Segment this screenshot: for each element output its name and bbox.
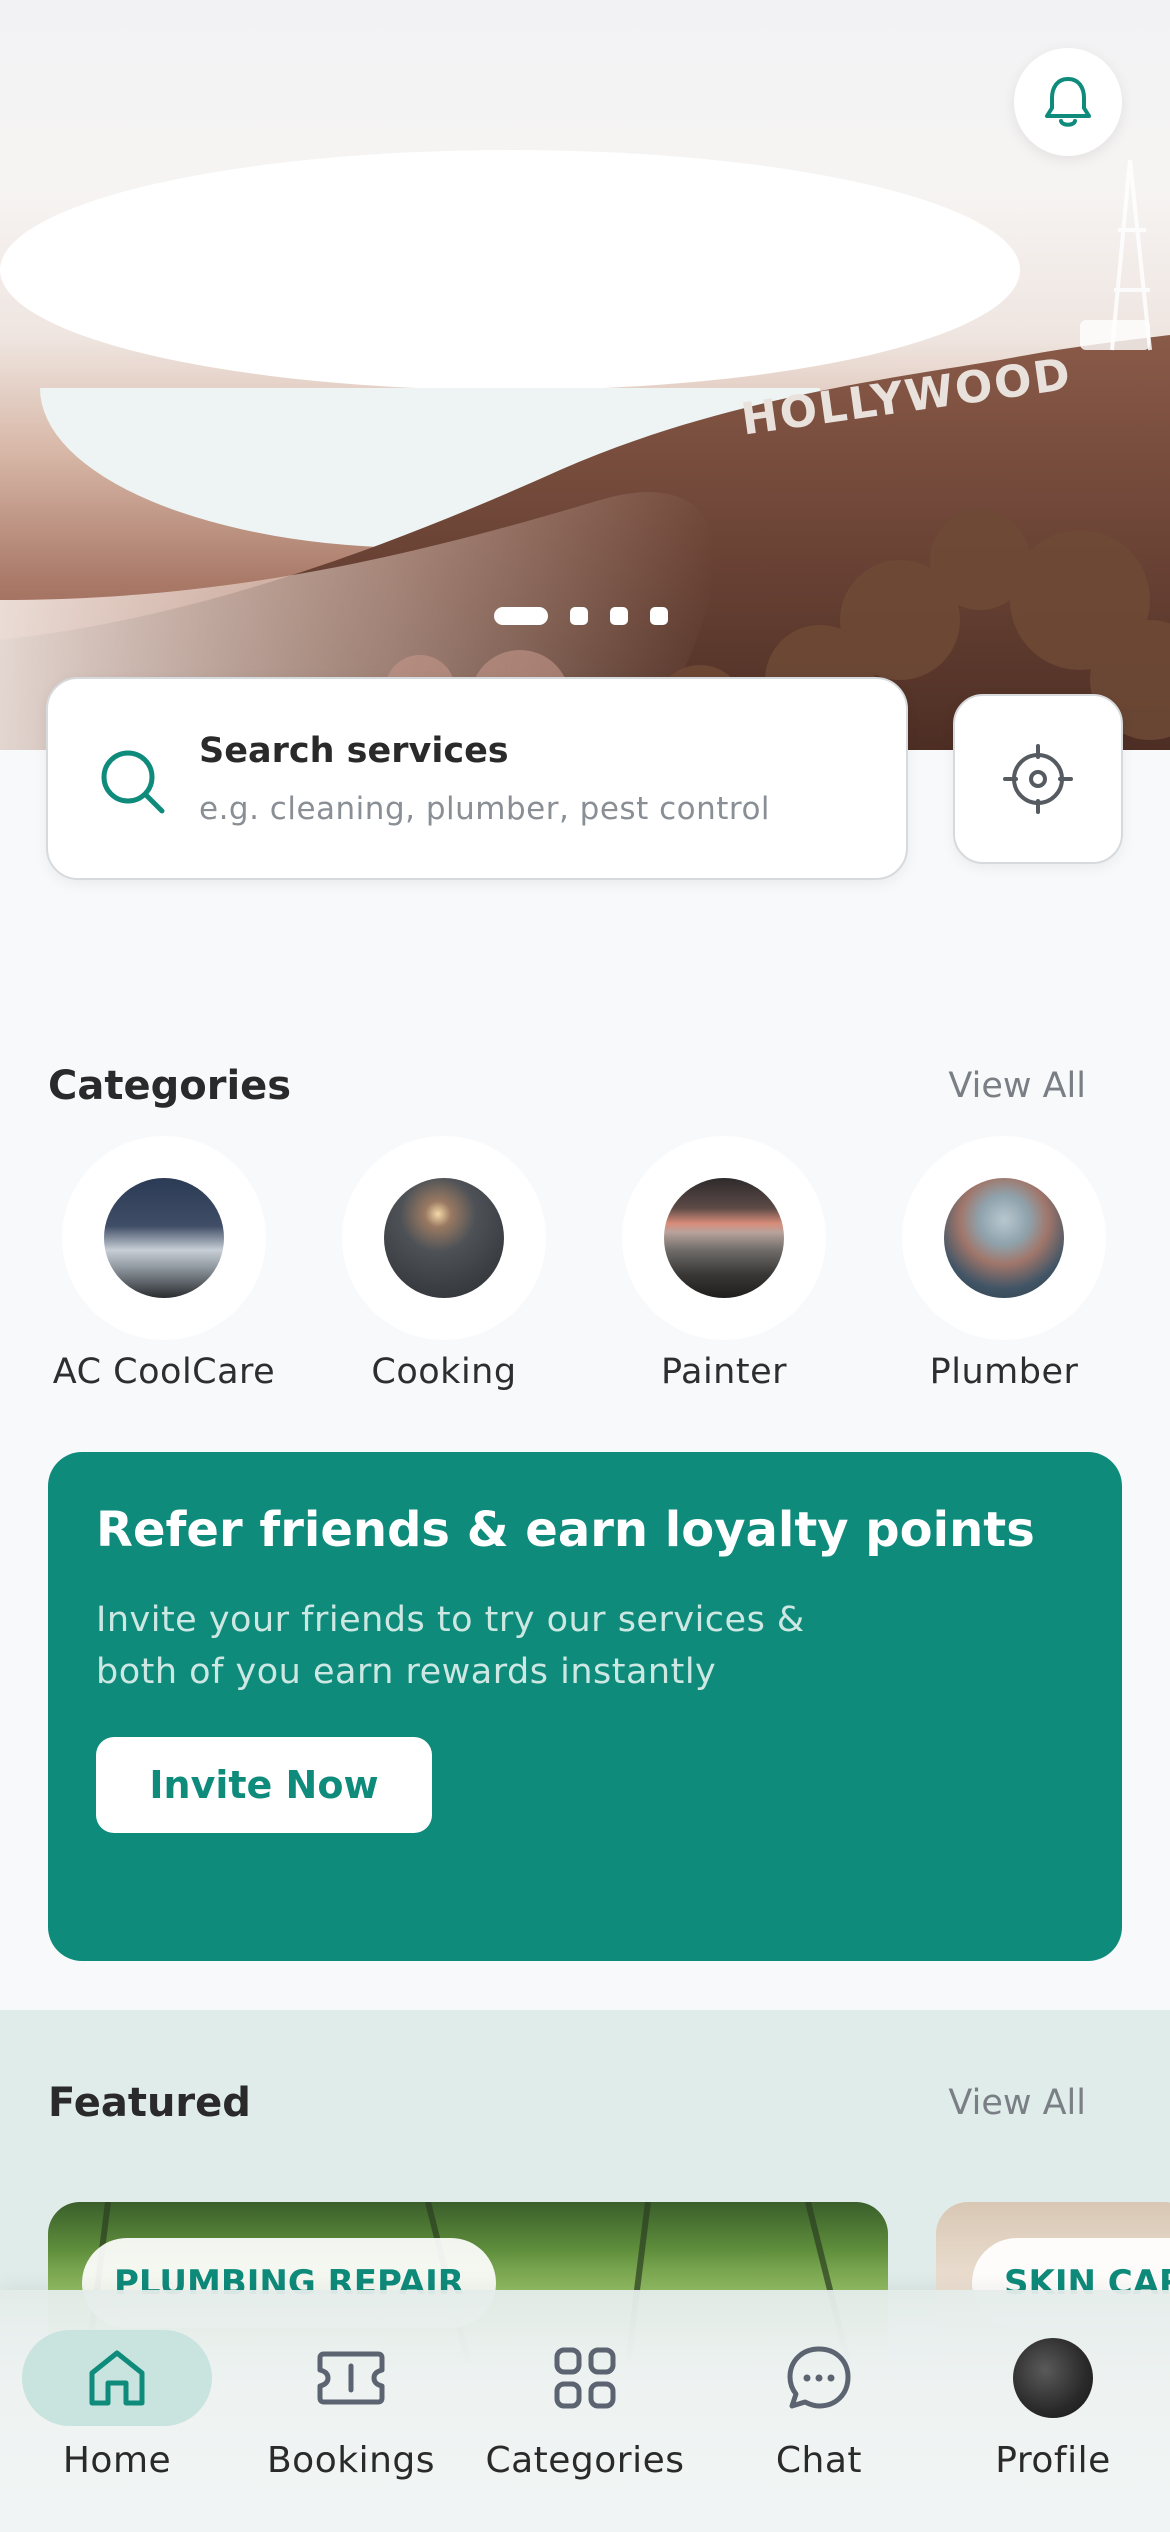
category-label: AC CoolCare <box>52 1352 276 1392</box>
categories-title: Categories <box>48 1063 292 1109</box>
category-label: Cooking <box>371 1352 517 1392</box>
mountain-photo <box>104 1178 224 1298</box>
crosshair-icon <box>1003 744 1073 814</box>
category-label: Plumber <box>929 1352 1079 1392</box>
nav-label: Profile <box>995 2440 1111 2481</box>
nav-item-home[interactable]: Home <box>17 2330 217 2481</box>
category-ring <box>342 1136 546 1340</box>
category-ring <box>62 1136 266 1340</box>
nav-item-bookings[interactable]: Bookings <box>251 2330 451 2481</box>
category-ring <box>902 1136 1106 1340</box>
search-bar[interactable]: Search services e.g. cleaning, plumber, … <box>46 677 908 880</box>
category-item-ac-coolcare[interactable]: AC CoolCare <box>34 1136 294 1392</box>
nav-label: Categories <box>485 2440 685 2481</box>
refer-banner: Refer friends & earn loyalty points Invi… <box>48 1452 1122 1961</box>
carousel-indicator[interactable] <box>494 607 668 625</box>
invite-now-button[interactable]: Invite Now <box>96 1737 432 1833</box>
search-icon <box>101 750 165 814</box>
nav-label: Bookings <box>266 2440 436 2481</box>
category-item-painter[interactable]: Painter <box>594 1136 854 1392</box>
carousel-dot[interactable] <box>650 607 668 625</box>
grid-icon <box>554 2347 616 2409</box>
nav-item-profile[interactable]: Profile <box>953 2330 1153 2481</box>
notifications-button[interactable] <box>1014 48 1122 156</box>
category-label: Painter <box>660 1352 788 1392</box>
featured-view-all[interactable]: View All <box>948 2083 1086 2123</box>
categories-view-all[interactable]: View All <box>948 1066 1086 1106</box>
nav-item-categories[interactable]: Categories <box>485 2330 685 2481</box>
nav-label: Chat <box>775 2440 863 2481</box>
sparkler-photo <box>384 1178 504 1298</box>
ticket-icon <box>317 2351 385 2405</box>
carousel-dot[interactable] <box>570 607 588 625</box>
avatar <box>1013 2338 1093 2418</box>
refer-title: Refer friends & earn loyalty points <box>96 1502 1035 1558</box>
category-ring <box>622 1136 826 1340</box>
refer-description: Invite your friends to try our services … <box>96 1600 805 1692</box>
nav-icon-wrap <box>256 2330 446 2426</box>
bell-icon <box>1045 77 1091 127</box>
nav-active-pill <box>22 2330 212 2426</box>
nav-icon-wrap <box>724 2330 914 2426</box>
nav-icon-wrap <box>958 2330 1148 2426</box>
search-placeholder[interactable]: e.g. cleaning, plumber, pest control <box>199 791 770 827</box>
home-icon <box>89 2350 145 2406</box>
nav-label: Home <box>62 2440 172 2481</box>
hero-banner[interactable]: HOLLYWOOD <box>0 0 1170 750</box>
field-sunset-photo <box>664 1178 784 1298</box>
nav-icon-wrap <box>490 2330 680 2426</box>
search-title: Search services <box>199 731 509 771</box>
chat-icon <box>787 2346 851 2409</box>
hands-plant-photo <box>944 1178 1064 1298</box>
nav-item-chat[interactable]: Chat <box>719 2330 919 2481</box>
carousel-dot-active[interactable] <box>494 607 548 625</box>
featured-title: Featured <box>48 2080 251 2126</box>
carousel-dot[interactable] <box>610 607 628 625</box>
locate-button[interactable] <box>953 694 1123 864</box>
bottom-navigation: Home Bookings Categories Chat Profile <box>0 2290 1170 2532</box>
category-item-cooking[interactable]: Cooking <box>314 1136 574 1392</box>
category-item-plumber[interactable]: Plumber <box>874 1136 1134 1392</box>
